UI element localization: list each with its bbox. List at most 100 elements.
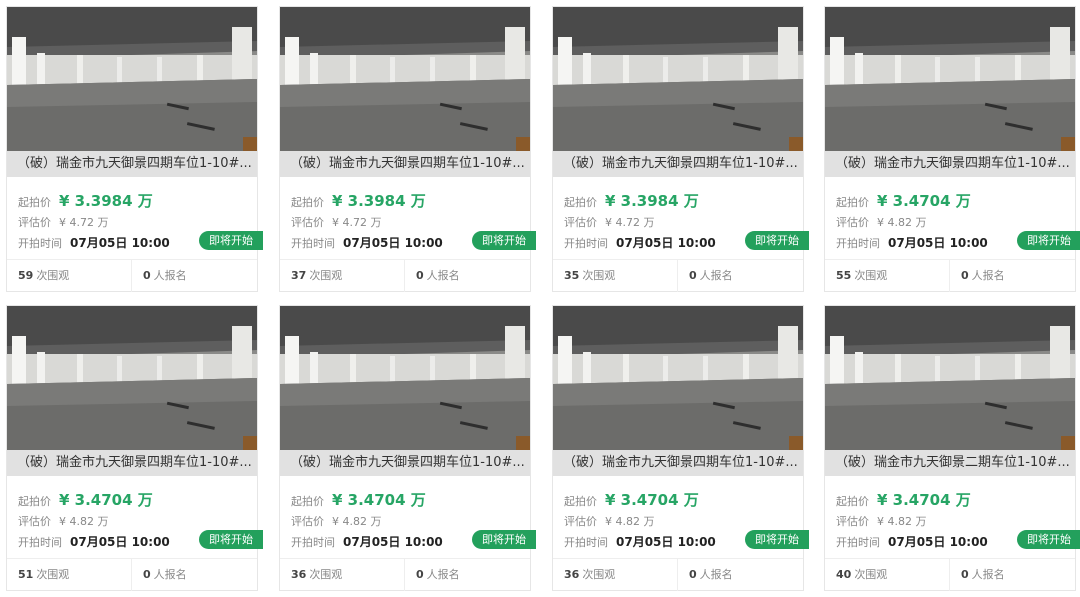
start-price-label: 起拍价	[836, 196, 869, 209]
start-price-row: 起拍价 ¥ 3.4704 万	[18, 489, 153, 510]
signups-count: 0 人报名	[143, 568, 187, 581]
card-footer: 55 次围观 0 人报名	[825, 259, 1075, 292]
estimate-row: 评估价 ¥ 4.72 万	[18, 214, 108, 230]
start-price-row: 起拍价 ¥ 3.3984 万	[564, 190, 699, 211]
start-price-row: 起拍价 ¥ 3.4704 万	[291, 489, 426, 510]
listing-title[interactable]: （破）瑞金市九天御景四期车位1-10#...	[280, 151, 530, 177]
start-price-value: ¥ 3.4704 万	[877, 192, 971, 210]
listing-title[interactable]: （破）瑞金市九天御景四期车位1-10#...	[7, 450, 257, 476]
start-time-row: 开拍时间 07月05日 10:00	[18, 234, 170, 251]
signups-count: 0 人报名	[416, 269, 460, 282]
listing-title[interactable]: （破）瑞金市九天御景二期车位1-10#...	[825, 450, 1075, 476]
footer-divider	[404, 260, 405, 292]
signups-count: 0 人报名	[961, 269, 1005, 282]
parking-photo[interactable]: （破）瑞金市九天御景二期车位1-10#...	[825, 306, 1075, 476]
start-time-label: 开拍时间	[18, 536, 62, 549]
signups-count: 0 人报名	[143, 269, 187, 282]
listing-title[interactable]: （破）瑞金市九天御景四期车位1-10#...	[553, 151, 803, 177]
start-time-label: 开拍时间	[836, 237, 880, 250]
listing-title[interactable]: （破）瑞金市九天御景四期车位1-10#...	[825, 151, 1075, 177]
estimate-value: ¥ 4.72 万	[605, 216, 655, 229]
views-count: 55 次围观	[836, 269, 888, 282]
signups-count: 0 人报名	[689, 269, 733, 282]
status-badge: 即将开始	[745, 530, 809, 549]
views-count: 40 次围观	[836, 568, 888, 581]
listing-title[interactable]: （破）瑞金市九天御景四期车位1-10#...	[7, 151, 257, 177]
parking-photo[interactable]: （破）瑞金市九天御景四期车位1-10#...	[553, 7, 803, 177]
listing-card[interactable]: （破）瑞金市九天御景二期车位1-10#... 起拍价 ¥ 3.4704 万 评估价…	[824, 305, 1080, 591]
listing-card[interactable]: （破）瑞金市九天御景四期车位1-10#... 起拍价 ¥ 3.4704 万 评估价…	[552, 305, 809, 591]
start-price-label: 起拍价	[564, 495, 597, 508]
start-time-row: 开拍时间 07月05日 10:00	[291, 533, 443, 550]
card-footer: 37 次围观 0 人报名	[280, 259, 530, 292]
listing-title[interactable]: （破）瑞金市九天御景四期车位1-10#...	[553, 450, 803, 476]
estimate-row: 评估价 ¥ 4.82 万	[291, 513, 381, 529]
start-price-label: 起拍价	[291, 495, 324, 508]
start-price-value: ¥ 3.4704 万	[877, 491, 971, 509]
card-footer: 51 次围观 0 人报名	[7, 558, 257, 591]
start-time-row: 开拍时间 07月05日 10:00	[291, 234, 443, 251]
start-price-label: 起拍价	[18, 196, 51, 209]
listing-grid: （破）瑞金市九天御景四期车位1-10#... 起拍价 ¥ 3.3984 万 评估价…	[0, 0, 1080, 597]
estimate-value: ¥ 4.72 万	[332, 216, 382, 229]
listing-card[interactable]: （破）瑞金市九天御景四期车位1-10#... 起拍价 ¥ 3.3984 万 评估价…	[279, 6, 536, 292]
estimate-label: 评估价	[18, 515, 51, 528]
card-footer: 36 次围观 0 人报名	[280, 558, 530, 591]
start-time-label: 开拍时间	[291, 237, 335, 250]
start-time-row: 开拍时间 07月05日 10:00	[836, 533, 988, 550]
footer-divider	[677, 260, 678, 292]
parking-photo[interactable]: （破）瑞金市九天御景四期车位1-10#...	[553, 306, 803, 476]
start-price-label: 起拍价	[836, 495, 869, 508]
footer-divider	[131, 260, 132, 292]
start-price-value: ¥ 3.3984 万	[332, 192, 426, 210]
start-time-label: 开拍时间	[18, 237, 62, 250]
footer-divider	[131, 559, 132, 591]
estimate-row: 评估价 ¥ 4.82 万	[836, 513, 926, 529]
parking-photo[interactable]: （破）瑞金市九天御景四期车位1-10#...	[280, 306, 530, 476]
listing-card[interactable]: （破）瑞金市九天御景四期车位1-10#... 起拍价 ¥ 3.4704 万 评估价…	[6, 305, 263, 591]
listing-card[interactable]: （破）瑞金市九天御景四期车位1-10#... 起拍价 ¥ 3.4704 万 评估价…	[279, 305, 536, 591]
signups-count: 0 人报名	[961, 568, 1005, 581]
estimate-label: 评估价	[291, 216, 324, 229]
start-time-value: 07月05日 10:00	[888, 236, 988, 250]
estimate-value: ¥ 4.72 万	[59, 216, 109, 229]
footer-divider	[949, 260, 950, 292]
views-count: 37 次围观	[291, 269, 343, 282]
start-time-label: 开拍时间	[836, 536, 880, 549]
status-badge: 即将开始	[745, 231, 809, 250]
start-time-row: 开拍时间 07月05日 10:00	[18, 533, 170, 550]
footer-divider	[404, 559, 405, 591]
views-count: 59 次围观	[18, 269, 70, 282]
start-time-label: 开拍时间	[564, 536, 608, 549]
start-price-label: 起拍价	[18, 495, 51, 508]
estimate-label: 评估价	[564, 216, 597, 229]
start-price-row: 起拍价 ¥ 3.3984 万	[18, 190, 153, 211]
estimate-label: 评估价	[836, 515, 869, 528]
estimate-value: ¥ 4.82 万	[877, 216, 927, 229]
listing-title[interactable]: （破）瑞金市九天御景四期车位1-10#...	[280, 450, 530, 476]
listing-card[interactable]: （破）瑞金市九天御景四期车位1-10#... 起拍价 ¥ 3.3984 万 评估价…	[6, 6, 263, 292]
parking-photo[interactable]: （破）瑞金市九天御景四期车位1-10#...	[7, 7, 257, 177]
start-time-value: 07月05日 10:00	[70, 236, 170, 250]
start-time-value: 07月05日 10:00	[343, 535, 443, 549]
start-time-label: 开拍时间	[564, 237, 608, 250]
start-time-value: 07月05日 10:00	[888, 535, 988, 549]
listing-card[interactable]: （破）瑞金市九天御景四期车位1-10#... 起拍价 ¥ 3.3984 万 评估价…	[552, 6, 809, 292]
parking-photo[interactable]: （破）瑞金市九天御景四期车位1-10#...	[825, 7, 1075, 177]
listing-card[interactable]: （破）瑞金市九天御景四期车位1-10#... 起拍价 ¥ 3.4704 万 评估价…	[824, 6, 1080, 292]
estimate-label: 评估价	[291, 515, 324, 528]
estimate-value: ¥ 4.82 万	[877, 515, 927, 528]
start-price-value: ¥ 3.3984 万	[605, 192, 699, 210]
estimate-row: 评估价 ¥ 4.72 万	[291, 214, 381, 230]
parking-photo[interactable]: （破）瑞金市九天御景四期车位1-10#...	[7, 306, 257, 476]
start-price-row: 起拍价 ¥ 3.4704 万	[836, 489, 971, 510]
estimate-value: ¥ 4.82 万	[332, 515, 382, 528]
footer-divider	[949, 559, 950, 591]
signups-count: 0 人报名	[416, 568, 460, 581]
estimate-label: 评估价	[18, 216, 51, 229]
parking-photo[interactable]: （破）瑞金市九天御景四期车位1-10#...	[280, 7, 530, 177]
start-time-row: 开拍时间 07月05日 10:00	[564, 533, 716, 550]
start-time-row: 开拍时间 07月05日 10:00	[564, 234, 716, 251]
start-price-value: ¥ 3.4704 万	[605, 491, 699, 509]
card-footer: 35 次围观 0 人报名	[553, 259, 803, 292]
